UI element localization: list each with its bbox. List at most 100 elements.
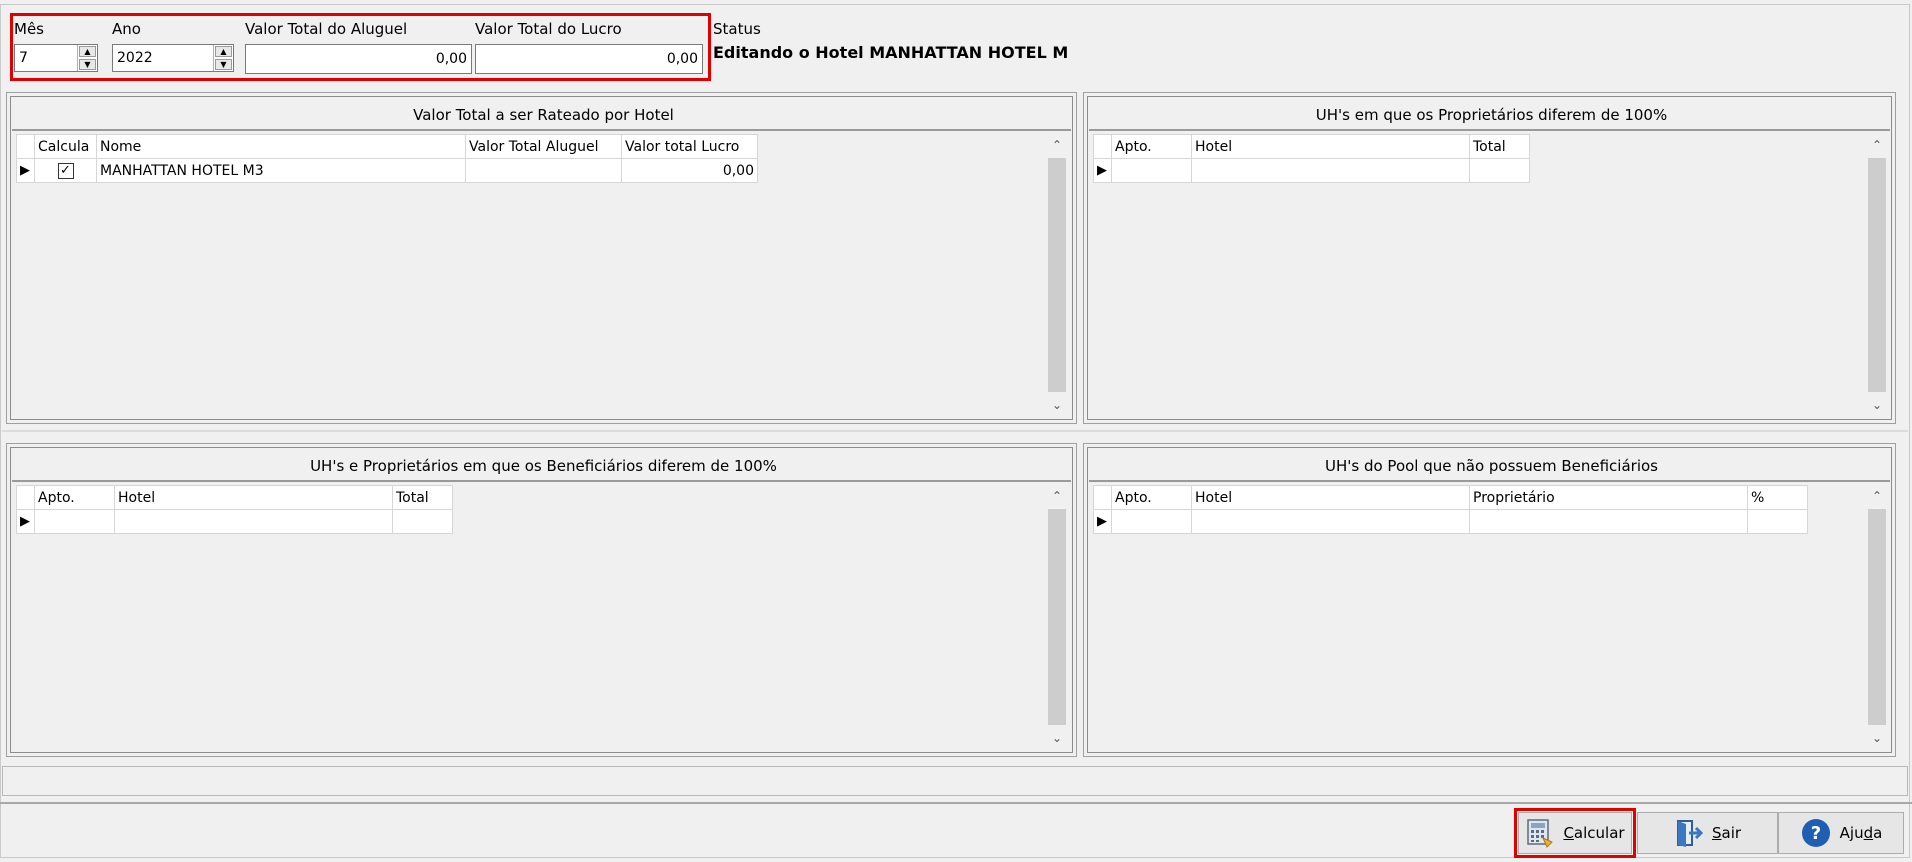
panel-proprietarios-divider — [1089, 129, 1890, 131]
grid-proprietarios: Apto. Hotel Total ▶ — [1093, 134, 1530, 183]
row-apto[interactable] — [1111, 509, 1192, 534]
row-calcula-checkbox[interactable]: ✓ — [34, 158, 97, 183]
col-hotel[interactable]: Hotel — [114, 485, 393, 510]
table-row[interactable]: ▶ — [16, 509, 453, 534]
col-percent[interactable]: % — [1747, 485, 1808, 510]
row-aluguel[interactable] — [465, 158, 622, 183]
panel-beneficiarios-divider — [12, 480, 1071, 482]
row-lucro[interactable]: 0,00 — [621, 158, 758, 183]
row-hotel[interactable] — [114, 509, 393, 534]
grid-rateio-scrollbar[interactable]: ⌃ ⌄ — [1046, 134, 1068, 416]
grid-beneficiarios-corner — [16, 485, 35, 510]
grid-pool-scrollbar[interactable]: ⌃ ⌄ — [1866, 485, 1888, 749]
col-hotel[interactable]: Hotel — [1191, 134, 1470, 159]
grid-beneficiarios-scrollbar[interactable]: ⌃ ⌄ — [1046, 485, 1068, 749]
calcular-label: Calcular — [1563, 824, 1625, 842]
table-row[interactable]: ▶ — [1093, 158, 1530, 183]
row-total[interactable] — [1469, 158, 1530, 183]
scroll-thumb[interactable] — [1868, 158, 1886, 392]
row-indicator-icon: ▶ — [16, 509, 35, 534]
col-total[interactable]: Total — [1469, 134, 1530, 159]
aluguel-label: Valor Total do Aluguel — [245, 20, 408, 38]
grid-rateio: Calcula Nome Valor Total Aluguel Valor t… — [16, 134, 758, 183]
lucro-value: 0,00 — [666, 51, 698, 67]
footer-divider — [0, 802, 1912, 804]
status-text: Editando o Hotel MANHATTAN HOTEL M — [713, 43, 1069, 62]
grid-rateio-corner — [16, 134, 35, 159]
ajuda-button[interactable]: ? Ajuda — [1778, 812, 1904, 854]
col-apto[interactable]: Apto. — [34, 485, 115, 510]
row-proprietario[interactable] — [1469, 509, 1748, 534]
scroll-thumb[interactable] — [1048, 158, 1066, 392]
col-calcula[interactable]: Calcula — [34, 134, 97, 159]
row-percent[interactable] — [1747, 509, 1808, 534]
ano-down-icon[interactable]: ▼ — [215, 59, 232, 70]
row-hotel[interactable] — [1191, 158, 1470, 183]
ano-label: Ano — [112, 20, 141, 38]
help-question-icon: ? — [1801, 819, 1830, 847]
mes-value: 7 — [19, 50, 28, 66]
sair-label: Sair — [1711, 824, 1742, 842]
mes-up-icon[interactable]: ▲ — [79, 46, 96, 57]
ano-value: 2022 — [117, 50, 153, 66]
mes-down-icon[interactable]: ▼ — [79, 59, 96, 70]
col-nome[interactable]: Nome — [96, 134, 466, 159]
scroll-down-icon[interactable]: ⌄ — [1046, 394, 1068, 416]
splitter[interactable] — [2, 430, 1908, 432]
col-apto[interactable]: Apto. — [1111, 485, 1192, 510]
aluguel-value: 0,00 — [435, 51, 467, 67]
ano-spinner[interactable]: 2022 ▲ ▼ — [112, 44, 234, 72]
scroll-down-icon[interactable]: ⌄ — [1046, 727, 1068, 749]
grid-pool: Apto. Hotel Proprietário % ▶ — [1093, 485, 1808, 534]
col-proprietario[interactable]: Proprietário — [1469, 485, 1748, 510]
ajuda-label: Ajuda — [1839, 824, 1883, 842]
aluguel-field[interactable]: 0,00 — [245, 44, 472, 74]
scroll-up-icon[interactable]: ⌃ — [1866, 485, 1888, 507]
scroll-down-icon[interactable]: ⌄ — [1866, 394, 1888, 416]
col-apto[interactable]: Apto. — [1111, 134, 1192, 159]
col-valor-aluguel[interactable]: Valor Total Aluguel — [465, 134, 622, 159]
row-apto[interactable] — [1111, 158, 1192, 183]
table-row[interactable]: ▶ — [1093, 509, 1808, 534]
mes-spin-buttons[interactable]: ▲ ▼ — [77, 45, 97, 71]
panel-pool-divider — [1089, 480, 1890, 482]
mes-spinner[interactable]: 7 ▲ ▼ — [14, 44, 98, 72]
panel-rateio-divider — [12, 129, 1071, 131]
grid-beneficiarios: Apto. Hotel Total ▶ — [16, 485, 453, 534]
row-hotel[interactable] — [1191, 509, 1470, 534]
row-apto[interactable] — [34, 509, 115, 534]
lucro-field[interactable]: 0,00 — [475, 44, 703, 74]
row-nome[interactable]: MANHATTAN HOTEL M3 — [96, 158, 466, 183]
scroll-up-icon[interactable]: ⌃ — [1046, 134, 1068, 156]
panel-proprietarios-title: UH's em que os Proprietários diferem de … — [1315, 106, 1668, 124]
calcular-button[interactable]: Calcular — [1518, 812, 1632, 854]
col-hotel[interactable]: Hotel — [1191, 485, 1470, 510]
panel-pool-title: UH's do Pool que não possuem Beneficiári… — [1325, 457, 1658, 475]
panel-rateio-title: Valor Total a ser Rateado por Hotel — [413, 106, 674, 124]
mes-label: Mês — [14, 20, 44, 38]
row-indicator-icon: ▶ — [16, 158, 35, 183]
row-total[interactable] — [392, 509, 453, 534]
grid-pool-corner — [1093, 485, 1112, 510]
sair-button[interactable]: Sair — [1637, 812, 1778, 854]
grid-proprietarios-scrollbar[interactable]: ⌃ ⌄ — [1866, 134, 1888, 416]
panel-beneficiarios-title: UH's e Proprietários em que os Beneficiá… — [310, 457, 777, 475]
table-row[interactable]: ▶ ✓ MANHATTAN HOTEL M3 0,00 — [16, 158, 758, 183]
checkbox-checked-icon[interactable]: ✓ — [57, 162, 74, 179]
scroll-down-icon[interactable]: ⌄ — [1866, 727, 1888, 749]
calculator-icon — [1527, 819, 1554, 848]
svg-text:?: ? — [1810, 823, 1820, 844]
col-valor-lucro[interactable]: Valor total Lucro — [621, 134, 758, 159]
ano-up-icon[interactable]: ▲ — [215, 46, 232, 57]
ano-spin-buttons[interactable]: ▲ ▼ — [213, 45, 233, 71]
exit-door-icon — [1676, 820, 1704, 847]
lucro-label: Valor Total do Lucro — [475, 20, 622, 38]
scroll-thumb[interactable] — [1048, 509, 1066, 725]
row-indicator-icon: ▶ — [1093, 509, 1112, 534]
row-indicator-icon: ▶ — [1093, 158, 1112, 183]
scroll-thumb[interactable] — [1868, 509, 1886, 725]
col-total[interactable]: Total — [392, 485, 453, 510]
scroll-up-icon[interactable]: ⌃ — [1046, 485, 1068, 507]
status-label: Status — [713, 20, 761, 38]
scroll-up-icon[interactable]: ⌃ — [1866, 134, 1888, 156]
